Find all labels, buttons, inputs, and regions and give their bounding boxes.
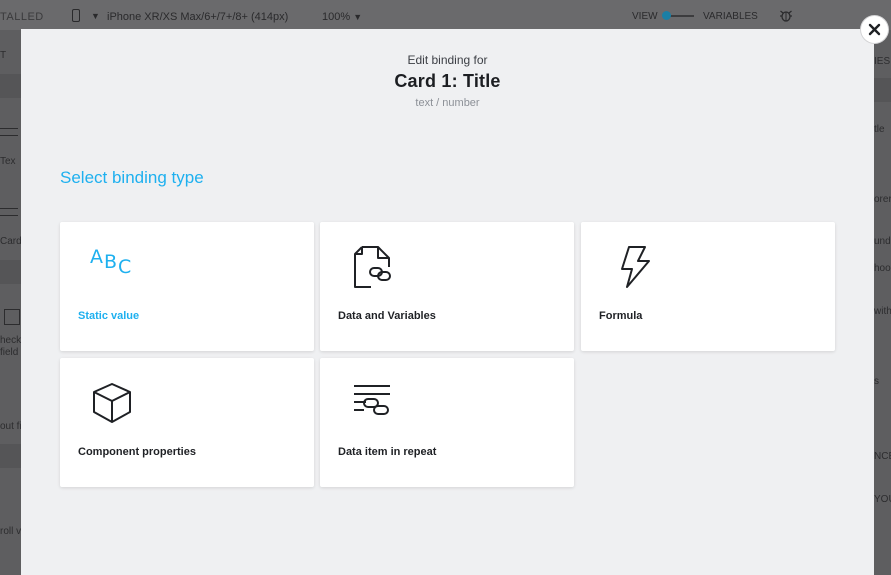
option-label: Formula [599,310,643,322]
panel-divider [0,74,22,98]
modal-header: Edit binding for Card 1: Title text / nu… [21,53,874,110]
panel-text: tle [874,124,885,135]
panel-text: und [874,236,891,247]
checkbox-component-icon [4,309,20,325]
component-properties-option[interactable]: Component properties [60,358,314,487]
option-label: Component properties [78,446,196,458]
panel-text: YOU [874,494,891,505]
panel-text: s [874,376,879,387]
card-component-icon [0,208,18,216]
option-label: Data and Variables [338,310,436,322]
cube-icon [93,383,131,423]
section-title: Select binding type [60,168,204,187]
modal-subtitle: text / number [415,97,480,109]
data-and-variables-option[interactable]: Data and Variables [320,222,574,351]
panel-text[interactable]: out fi [0,421,22,432]
modal-eyebrow: Edit binding for [407,53,488,67]
panel-text[interactable]: roll v [0,526,21,537]
formula-option[interactable]: Formula [581,222,835,351]
component-panel: T Tex Card heckl field out fi roll v [0,30,22,575]
phone-icon[interactable] [72,9,80,22]
panel-text: IES [874,56,891,67]
linked-document-icon [354,246,391,288]
panel-text: with [874,306,891,317]
repeat-link-icon [354,385,390,415]
panel-text[interactable]: heckl [0,335,22,346]
static-value-option[interactable]: A B C Static value [60,222,314,351]
close-button[interactable] [861,16,888,43]
variables-label: VARIABLES [703,11,758,22]
chevron-down-icon: ▼ [353,12,363,22]
option-label: Data item in repeat [338,446,437,458]
panel-divider [874,78,891,102]
panel-text: hoo [874,263,891,274]
view-toggle-knob[interactable] [662,11,671,20]
chevron-down-icon[interactable]: ▼ [91,11,100,21]
zoom-value: 100% [322,11,351,23]
device-selector[interactable]: iPhone XR/XS Max/6+/7+/8+ (414px) [107,11,288,23]
panel-divider [0,260,22,284]
panel-text[interactable]: Tex [0,156,16,167]
close-icon [868,23,881,36]
view-label: VIEW [632,11,658,22]
edit-binding-modal: Edit binding for Card 1: Title text / nu… [21,29,874,575]
text-component-icon [0,128,18,136]
panel-text[interactable]: field [0,347,18,358]
modal-title: Card 1: Title [394,71,501,91]
bug-icon[interactable] [779,9,793,22]
data-item-in-repeat-option[interactable]: Data item in repeat [320,358,574,487]
panel-text: NCE [874,451,891,462]
panel-text: T [0,50,7,61]
panel-text: orer [874,194,891,205]
installed-label: TALLED [0,11,44,23]
panel-text[interactable]: Card [0,236,22,247]
option-label: Static value [78,310,140,322]
editor-toolbar: TALLED ▼ iPhone XR/XS Max/6+/7+/8+ (414p… [0,0,891,30]
properties-panel: IES tle orer und hoo with s NCE YOU [874,30,891,575]
zoom-selector[interactable]: 100% ▼ [322,11,362,23]
lightning-icon [621,246,650,288]
panel-divider [0,444,22,468]
